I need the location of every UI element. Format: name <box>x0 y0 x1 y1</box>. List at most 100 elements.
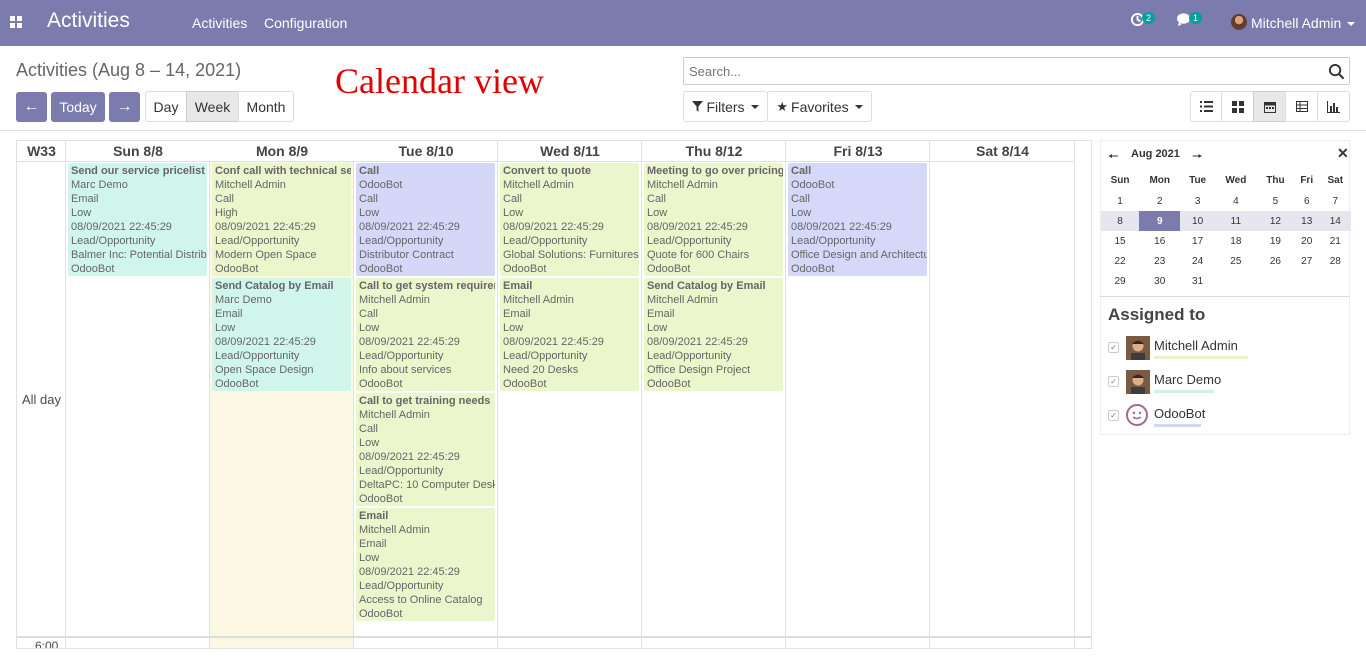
event-line: Call <box>359 423 378 435</box>
event-line: Office Design and Architecture <box>791 249 927 261</box>
mini-day[interactable]: 12 <box>1256 211 1294 231</box>
calendar-event[interactable]: Call to get system requirements Mitchell … <box>356 278 495 391</box>
list-view-button[interactable] <box>1190 91 1222 122</box>
calendar-icon <box>1263 101 1276 113</box>
mini-day[interactable]: 1 <box>1101 191 1139 211</box>
mini-day[interactable]: 27 <box>1294 251 1320 271</box>
close-icon[interactable]: ✕ <box>1337 145 1349 162</box>
previous-button[interactable]: ← <box>16 92 47 122</box>
mini-day[interactable]: 28 <box>1320 251 1351 271</box>
mini-day[interactable]: 15 <box>1101 231 1139 251</box>
event-line: 08/09/2021 22:45:29 <box>359 566 460 578</box>
calendar-event[interactable]: Send Catalog by Email Mitchell Admin Email… <box>644 278 783 391</box>
calendar-event[interactable]: Call OdooBot Call Low 08/09/2021 22:45:29 Lea… <box>788 163 927 276</box>
calendar-event[interactable]: Meeting to go over pricing Mitchell Admin… <box>644 163 783 276</box>
mini-week-row: 1234567 <box>1101 191 1351 211</box>
mini-day[interactable]: 4 <box>1215 191 1257 211</box>
event-line: Marc Demo <box>71 179 128 191</box>
calendar-event[interactable]: Email Mitchell Admin Email Low 08/09/2021 22… <box>500 278 639 391</box>
kanban-view-button[interactable] <box>1221 91 1254 122</box>
user-menu[interactable]: Mitchell Admin <box>1251 15 1356 31</box>
calendar-view-button[interactable] <box>1253 91 1286 122</box>
list-icon <box>1199 101 1213 112</box>
mini-day[interactable]: 29 <box>1101 271 1139 291</box>
mini-day[interactable]: 30 <box>1139 271 1180 291</box>
mini-day[interactable]: 24 <box>1180 251 1214 271</box>
apps-menu-icon[interactable] <box>10 16 23 29</box>
mini-day[interactable]: 3 <box>1180 191 1214 211</box>
event-line: 08/09/2021 22:45:29 <box>359 451 460 463</box>
today-button[interactable]: Today <box>51 92 105 122</box>
event-line: OdooBot <box>647 378 691 390</box>
scale-month-button[interactable]: Month <box>238 91 294 122</box>
attendee-color-underline <box>1154 424 1201 427</box>
mini-prev-icon[interactable]: 🠔 <box>1108 147 1119 168</box>
mini-day[interactable]: 11 <box>1214 211 1257 231</box>
mini-day <box>1320 271 1351 291</box>
event-line: Email <box>359 538 387 550</box>
mini-day[interactable]: 9 <box>1139 211 1181 231</box>
search-icon[interactable] <box>1328 63 1345 80</box>
mini-next-icon[interactable]: 🠖 <box>1192 147 1203 168</box>
event-title: Conf call with technical service <box>215 165 351 177</box>
mini-day[interactable]: 31 <box>1180 271 1214 291</box>
checkbox[interactable]: ✓ <box>1108 342 1119 353</box>
mini-day[interactable]: 2 <box>1139 191 1180 211</box>
app-brand[interactable]: Activities <box>47 9 130 33</box>
arrow-right-icon: → <box>116 98 133 115</box>
menu-configuration[interactable]: Configuration <box>264 15 347 31</box>
event-line: 08/09/2021 22:45:29 <box>359 336 460 348</box>
mini-weekday-header: Tue <box>1189 174 1207 186</box>
graph-view-button[interactable] <box>1317 91 1350 122</box>
page-title: Activities (Aug 8 – 14, 2021) <box>16 60 242 80</box>
event-line: Lead/Opportunity <box>647 235 732 247</box>
day-column-sat[interactable] <box>930 141 1075 648</box>
user-avatar[interactable] <box>1231 14 1247 30</box>
event-title: Send our service pricelist <box>71 165 205 177</box>
mini-day[interactable]: 7 <box>1320 191 1351 211</box>
mini-day[interactable]: 14 <box>1319 211 1351 231</box>
calendar-event[interactable]: Email Mitchell Admin Email Low 08/09/2021 22… <box>356 508 495 621</box>
mini-day[interactable]: 19 <box>1257 231 1294 251</box>
favorites-button[interactable]: ★ Favorites <box>767 91 872 122</box>
mini-week-row: 22 23 24 25 26 27 28 <box>1101 251 1351 271</box>
mini-day[interactable]: 13 <box>1293 211 1320 231</box>
calendar-event[interactable]: Call to get training needs Mitchell Admin… <box>356 393 495 506</box>
checkbox[interactable]: ✓ <box>1108 376 1119 387</box>
mini-day[interactable]: 16 <box>1139 231 1180 251</box>
filters-button[interactable]: Filters <box>683 91 768 122</box>
calendar-event[interactable]: Call OdooBot Call Low 08/09/2021 22:45:29 Lea… <box>356 163 495 276</box>
attendee-filter-item[interactable]: ✓ Marc Demo <box>1108 368 1348 398</box>
mini-day[interactable]: 6 <box>1294 191 1320 211</box>
attendee-filter-item[interactable]: ✓ OdooBot <box>1108 402 1348 432</box>
menu-activities[interactable]: Activities <box>192 15 247 31</box>
calendar-event[interactable]: Convert to quote Mitchell Admin Call Low 08/… <box>500 163 639 276</box>
mini-day[interactable]: 10 <box>1180 211 1215 231</box>
mini-day[interactable]: 26 <box>1257 251 1294 271</box>
mini-day[interactable]: 22 <box>1101 251 1139 271</box>
event-line: Call <box>791 193 810 205</box>
pivot-view-button[interactable] <box>1285 91 1318 122</box>
mini-day[interactable]: 20 <box>1294 231 1320 251</box>
mini-day[interactable]: 21 <box>1320 231 1351 251</box>
next-button[interactable]: → <box>109 92 140 122</box>
event-line: Need 20 Desks <box>503 364 579 376</box>
scale-day-button[interactable]: Day <box>145 91 187 122</box>
mini-day[interactable]: 8 <box>1101 211 1140 231</box>
mini-day[interactable]: 18 <box>1215 231 1257 251</box>
mini-week-row: 15 16 17 18 19 20 21 <box>1101 231 1351 251</box>
mini-day[interactable]: 23 <box>1139 251 1180 271</box>
attendee-filter-item[interactable]: ✓ Mitchell Admin <box>1108 334 1348 364</box>
checkbox[interactable]: ✓ <box>1108 410 1119 421</box>
calendar-event[interactable]: Send our service pricelist Marc Demo Email… <box>68 163 207 276</box>
event-title: Email <box>359 510 389 522</box>
table-icon <box>1295 101 1308 112</box>
mini-day[interactable]: 17 <box>1180 231 1214 251</box>
mini-day[interactable]: 5 <box>1257 191 1294 211</box>
calendar-event[interactable]: Conf call with technical service Mitchell… <box>212 163 351 276</box>
calendar-event[interactable]: Send Catalog by Email Marc Demo Email Low 08… <box>212 278 351 391</box>
scale-week-button[interactable]: Week <box>186 91 239 122</box>
search-input[interactable] <box>684 58 1304 84</box>
mini-day[interactable]: 25 <box>1215 251 1257 271</box>
filter-icon <box>692 101 704 112</box>
